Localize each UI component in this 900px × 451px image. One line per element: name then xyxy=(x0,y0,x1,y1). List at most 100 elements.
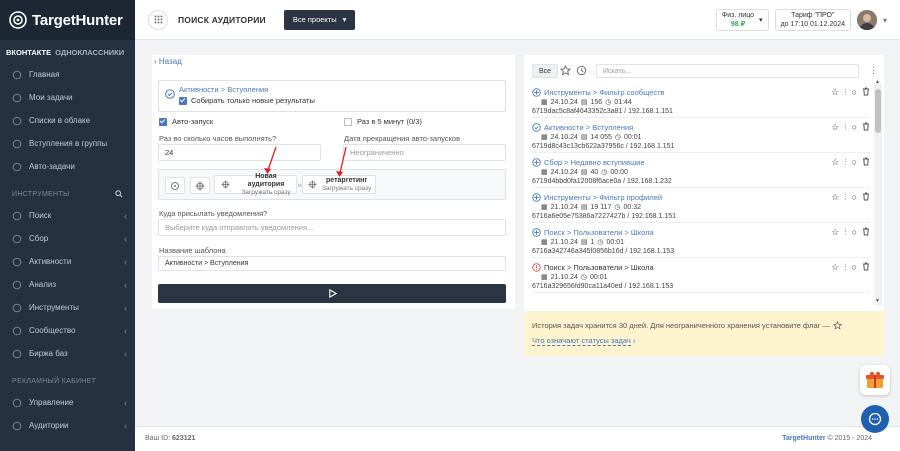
comment-icon[interactable]: ○ xyxy=(852,87,857,98)
sidebar-item[interactable]: Управление ‹ xyxy=(0,391,135,414)
settings-sliders-icon[interactable]: ⫶ xyxy=(844,227,846,238)
statuses-link[interactable]: Что означают статусы задач › xyxy=(532,336,636,346)
sidebar-item[interactable]: Аудитории ‹ xyxy=(0,414,135,437)
run-button[interactable] xyxy=(158,284,506,303)
scroll-thumb[interactable] xyxy=(875,89,881,133)
scroll-up-icon[interactable]: ▲ xyxy=(875,79,880,85)
crosshair-button[interactable] xyxy=(190,177,210,194)
caret-down-icon[interactable]: ▾ xyxy=(883,16,887,25)
sidebar-item[interactable]: Авто-задачи xyxy=(0,155,135,178)
task-path[interactable]: Поиск > Пользователи > Школа xyxy=(544,263,654,272)
history-row[interactable]: Инструменты > Фильтр профилей ▦ 21.10.24 ▤ 1… xyxy=(532,189,870,223)
star-icon[interactable]: ☆ xyxy=(831,87,839,98)
tariff-box[interactable]: Тариф "ПРО" до 17:10 01.12.2024 xyxy=(774,9,851,31)
sidebar-item[interactable]: Инструменты ‹ xyxy=(0,296,135,319)
scroll-down-icon[interactable]: ▼ xyxy=(875,298,880,304)
trash-icon[interactable] xyxy=(862,227,870,238)
history-row[interactable]: Активности > Вступления ▦ 24.10.24 ▤ 14 055 ◷… xyxy=(532,119,870,153)
sidebar-item[interactable]: Мои задачи xyxy=(0,86,135,109)
chat-button[interactable] xyxy=(861,405,889,433)
sidebar-item[interactable]: Анализ ‹ xyxy=(0,273,135,296)
history-row[interactable]: Сбор > Недавно вступившие ▦ 24.10.24 ▤ 40 ◷ 00… xyxy=(532,154,870,188)
history-row[interactable]: Инструменты > Фильтр сообществ ▦ 24.10.24 ▤… xyxy=(532,84,870,118)
logo[interactable]: TargetHunter xyxy=(0,0,135,40)
footer-brand-link[interactable]: TargetHunter xyxy=(782,435,825,442)
settings-sliders-icon[interactable]: ⫶ xyxy=(844,157,846,168)
back-link[interactable]: ‹ Назад xyxy=(154,57,182,66)
comment-icon[interactable]: ○ xyxy=(852,122,857,133)
sidebar-item[interactable]: Вступления в группы xyxy=(0,132,135,155)
task-duration: 00:01 xyxy=(589,273,608,281)
history-row[interactable]: Поиск > Пользователи > Школа ▦ 21.10.24 ▤ 1 ◷… xyxy=(532,224,870,258)
task-date: 24.10.24 xyxy=(550,133,578,141)
calendar-icon: ▦ xyxy=(541,134,548,141)
star-icon[interactable] xyxy=(560,65,571,76)
tab-vkontakte[interactable]: ВКОНТАКТЕ xyxy=(6,48,51,57)
filter-all-button[interactable]: Все xyxy=(532,64,559,78)
trash-icon[interactable] xyxy=(862,192,870,203)
chevron-right-icon: › xyxy=(632,336,636,345)
account-type-dropdown[interactable]: Физ. лицо 98 ₽ ▾ xyxy=(715,9,769,31)
gift-icon xyxy=(866,371,884,388)
comment-icon[interactable]: ○ xyxy=(852,262,857,273)
comment-icon[interactable]: ○ xyxy=(852,192,857,203)
projects-dropdown[interactable]: Все проекты ▾ xyxy=(283,9,356,30)
trash-icon[interactable] xyxy=(862,122,870,133)
settings-sliders-icon[interactable]: ⫶ xyxy=(844,87,846,98)
stop-date-input[interactable]: Неограниченно xyxy=(343,144,506,161)
trash-icon[interactable] xyxy=(862,157,870,168)
timer-icon: ◷ xyxy=(614,204,621,211)
sidebar-item[interactable]: Активности ‹ xyxy=(0,250,135,273)
settings-sliders-icon[interactable]: ⫶ xyxy=(844,262,846,273)
star-icon[interactable]: ☆ xyxy=(831,122,839,133)
sidebar-item[interactable]: Главная xyxy=(0,63,135,86)
timer-icon: ◷ xyxy=(597,239,604,246)
clock-icon[interactable] xyxy=(576,65,587,76)
search-icon[interactable] xyxy=(115,190,123,198)
task-path[interactable]: Поиск > Пользователи > Школа xyxy=(544,228,654,237)
sidebar-item[interactable]: Биржа баз ‹ xyxy=(0,342,135,365)
checkbox-checked-icon xyxy=(159,117,167,126)
retargeting-button[interactable]: ретаргетинг Загружать сразу xyxy=(302,175,376,194)
new-audience-button[interactable]: Новая аудитория Загружать сразу xyxy=(214,173,297,196)
trash-icon[interactable] xyxy=(862,262,870,273)
star-icon[interactable]: ☆ xyxy=(831,262,839,273)
task-path[interactable]: Инструменты > Фильтр сообществ xyxy=(544,88,665,97)
sidebar-item-label: Аудитории xyxy=(29,421,69,430)
task-path-link[interactable]: Активности > Вступления xyxy=(179,85,268,94)
comment-icon[interactable]: ○ xyxy=(852,227,857,238)
notify-select[interactable]: Выберите куда отправлять уведомления... xyxy=(158,219,506,236)
settings-sliders-icon[interactable]: ⫶ xyxy=(844,192,846,203)
apps-grid-button[interactable] xyxy=(148,9,168,30)
history-row[interactable]: Поиск > Пользователи > Школа ▦ 21.10.24 ◷ 00… xyxy=(532,259,870,293)
star-icon[interactable]: ☆ xyxy=(831,157,839,168)
task-path[interactable]: Сбор > Недавно вступившие xyxy=(544,158,645,167)
sidebar-item[interactable]: Поиск ‹ xyxy=(0,204,135,227)
calendar-icon: ▦ xyxy=(541,169,548,176)
autostart-checkbox[interactable]: Авто-запуск xyxy=(159,117,213,126)
task-date: 21.10.24 xyxy=(550,203,578,211)
sidebar-item-label: Биржа баз xyxy=(29,349,68,358)
every5-checkbox[interactable]: Раз в 5 минут (0/3) xyxy=(344,117,422,126)
comment-icon[interactable]: ○ xyxy=(852,157,857,168)
checkbox-checked-icon xyxy=(179,96,187,105)
sidebar-item[interactable]: Списки в облаке xyxy=(0,109,135,132)
template-input[interactable]: Активности > Вступления xyxy=(158,256,506,271)
sidebar-item[interactable]: Сообщество ‹ xyxy=(0,319,135,342)
hours-input[interactable]: 24 xyxy=(158,144,321,161)
history-search-input[interactable]: Искать... xyxy=(596,64,859,78)
avatar[interactable] xyxy=(856,10,877,30)
only-new-checkbox[interactable]: Собирать только новые результаты xyxy=(179,96,315,105)
history-scrollbar[interactable]: ▲ ▼ xyxy=(874,79,882,305)
trash-icon[interactable] xyxy=(862,87,870,98)
more-vertical-icon[interactable]: ⋮ xyxy=(869,65,878,76)
star-icon[interactable]: ☆ xyxy=(831,227,839,238)
settings-sliders-icon[interactable]: ⫶ xyxy=(844,122,846,133)
task-path[interactable]: Активности > Вступления xyxy=(544,123,633,132)
task-path[interactable]: Инструменты > Фильтр профилей xyxy=(544,193,662,202)
promo-widget[interactable] xyxy=(860,365,890,395)
refresh-button[interactable] xyxy=(165,177,185,194)
star-icon[interactable]: ☆ xyxy=(831,192,839,203)
tab-odnoklassniki[interactable]: ОДНОКЛАССНИКИ xyxy=(55,48,124,57)
sidebar-item[interactable]: Сбор ‹ xyxy=(0,227,135,250)
